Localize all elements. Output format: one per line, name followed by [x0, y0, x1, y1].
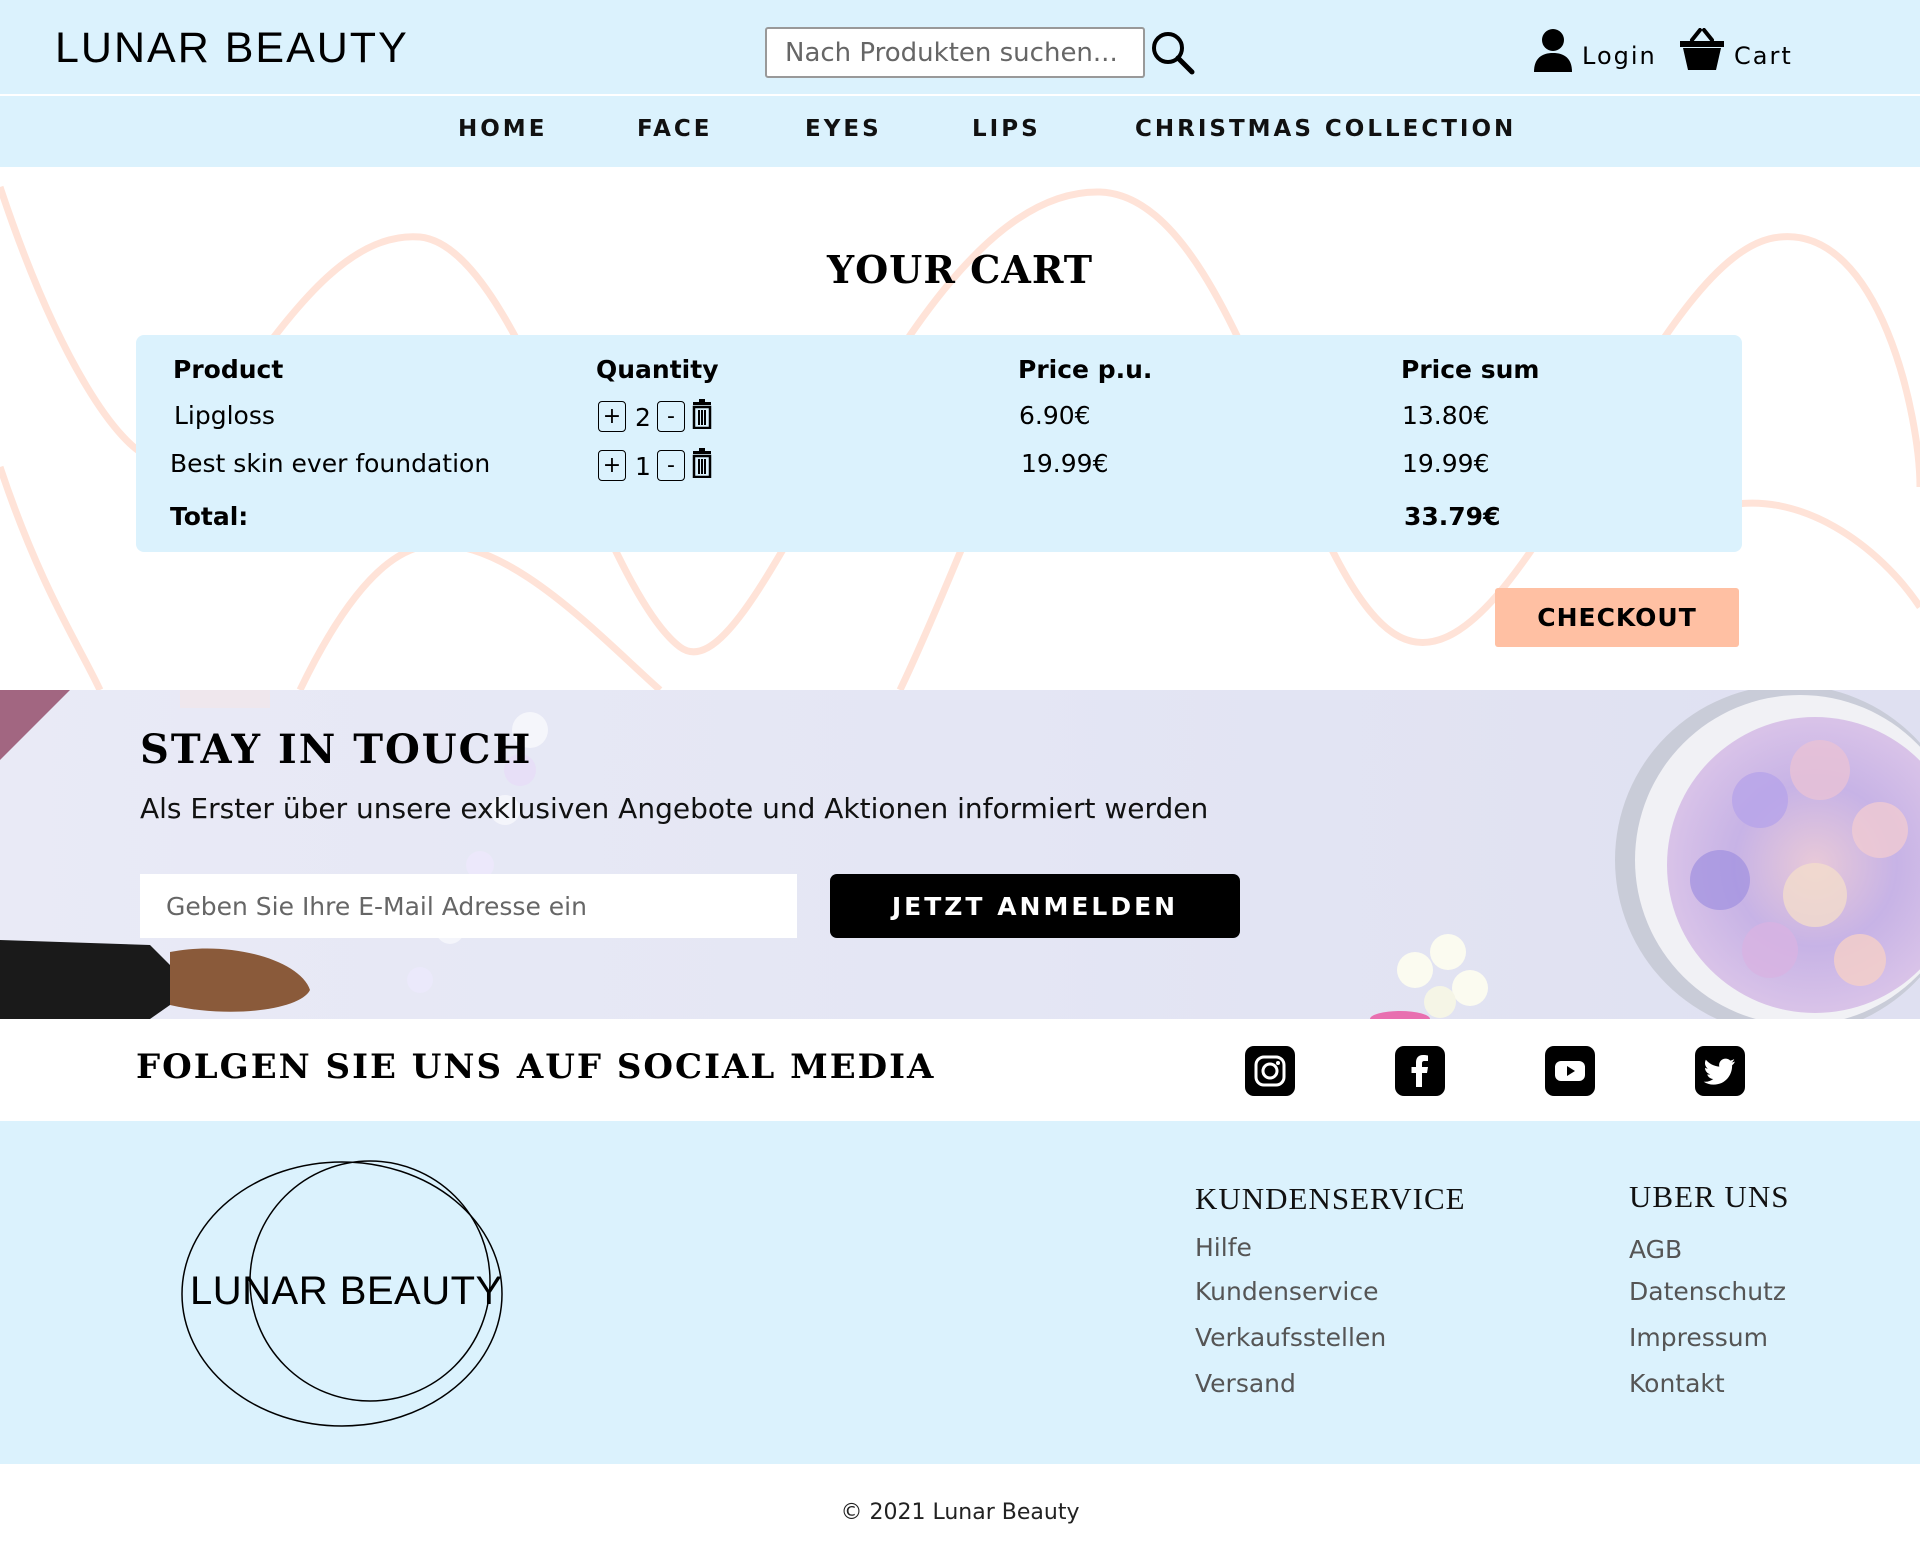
cart-label: Cart	[1734, 42, 1793, 70]
footer-link-datenschutz[interactable]: Datenschutz	[1629, 1277, 1786, 1306]
footer-link-hilfe[interactable]: Hilfe	[1195, 1233, 1252, 1262]
site-logo[interactable]: LUNAR BEAUTY	[55, 24, 409, 73]
login-label: Login	[1582, 42, 1657, 70]
cart-section: YOUR CART Product Quantity Price p.u. Pr…	[0, 167, 1920, 690]
cart-row-product: Best skin ever foundation	[170, 449, 491, 478]
total-label: Total:	[170, 502, 249, 531]
nav-item-home[interactable]: HOME	[458, 116, 547, 142]
nav-item-face[interactable]: FACE	[637, 116, 712, 142]
nav-item-christmas-collection[interactable]: CHRISTMAS COLLECTION	[1135, 116, 1516, 142]
cart-title: YOUR CART	[826, 247, 1094, 292]
cart-row-price-unit: 19.99€	[1021, 449, 1109, 478]
trash-icon[interactable]	[690, 448, 714, 478]
cart-table: Product Quantity Price p.u. Price sum Li…	[136, 335, 1742, 552]
decrease-quantity-button[interactable]: -	[657, 450, 685, 481]
checkout-button[interactable]: CHECKOUT	[1495, 588, 1739, 647]
nav-item-lips[interactable]: LIPS	[972, 116, 1041, 142]
cart-row-price-sum: 19.99€	[1402, 449, 1490, 478]
column-header-price-unit: Price p.u.	[1018, 355, 1153, 384]
newsletter-text: Als Erster über unsere exklusiven Angebo…	[140, 792, 1209, 825]
instagram-icon[interactable]	[1245, 1046, 1295, 1096]
copyright-text: © 2021 Lunar Beauty	[840, 1500, 1080, 1525]
footer-link-versand[interactable]: Versand	[1195, 1369, 1296, 1398]
footer-column-title-kundenservice: KUNDENSERVICE	[1195, 1181, 1466, 1216]
search-icon[interactable]	[1150, 30, 1196, 76]
email-input[interactable]: Geben Sie Ihre E-Mail Adresse ein	[140, 874, 797, 938]
newsletter-section: STAY IN TOUCH Als Erster über unsere exk…	[0, 690, 1920, 1019]
footer-link-verkaufsstellen[interactable]: Verkaufsstellen	[1195, 1323, 1386, 1352]
nav-item-eyes[interactable]: EYES	[805, 116, 882, 142]
footer-logo-text[interactable]: LUNAR BEAUTY	[190, 1269, 503, 1314]
footer-link-agb[interactable]: AGB	[1629, 1235, 1682, 1264]
social-title: FOLGEN SIE UNS AUF SOCIAL MEDIA	[136, 1047, 936, 1087]
search-input[interactable]: Nach Produkten suchen...	[765, 27, 1145, 78]
social-section: FOLGEN SIE UNS AUF SOCIAL MEDIA	[0, 1019, 1920, 1121]
increase-quantity-button[interactable]: +	[598, 401, 626, 432]
column-header-product: Product	[173, 355, 284, 384]
subscribe-button[interactable]: JETZT ANMELDEN	[830, 874, 1240, 938]
newsletter-title: STAY IN TOUCH	[140, 726, 533, 773]
cart-row-quantity: 1	[635, 452, 651, 481]
cart-row-quantity: 2	[635, 403, 651, 432]
footer-link-kontakt[interactable]: Kontakt	[1629, 1369, 1725, 1398]
user-icon	[1534, 29, 1572, 72]
trash-icon[interactable]	[690, 399, 714, 429]
footer-link-impressum[interactable]: Impressum	[1629, 1323, 1768, 1352]
footer-link-kundenservice[interactable]: Kundenservice	[1195, 1277, 1378, 1306]
cart-row-price-unit: 6.90€	[1019, 401, 1091, 430]
column-header-price-sum: Price sum	[1401, 355, 1540, 384]
main-nav: HOME FACE EYES LIPS CHRISTMAS COLLECTION	[0, 96, 1920, 167]
youtube-icon[interactable]	[1545, 1046, 1595, 1096]
header: LUNAR BEAUTY Nach Produkten suchen... Lo…	[0, 0, 1920, 94]
login-link[interactable]: Login	[1532, 28, 1657, 72]
total-value: 33.79€	[1404, 502, 1501, 531]
basket-icon	[1680, 28, 1724, 70]
decrease-quantity-button[interactable]: -	[657, 401, 685, 432]
twitter-icon[interactable]	[1695, 1046, 1745, 1096]
cart-row-product: Lipgloss	[174, 401, 275, 430]
column-header-quantity: Quantity	[596, 355, 719, 384]
facebook-icon[interactable]	[1395, 1046, 1445, 1096]
footer: LUNAR BEAUTY KUNDENSERVICE Hilfe Kundens…	[0, 1121, 1920, 1464]
cart-row-price-sum: 13.80€	[1402, 401, 1490, 430]
cart-link[interactable]: Cart	[1678, 28, 1793, 72]
increase-quantity-button[interactable]: +	[598, 450, 626, 481]
footer-column-title-uber-uns: UBER UNS	[1629, 1179, 1790, 1214]
